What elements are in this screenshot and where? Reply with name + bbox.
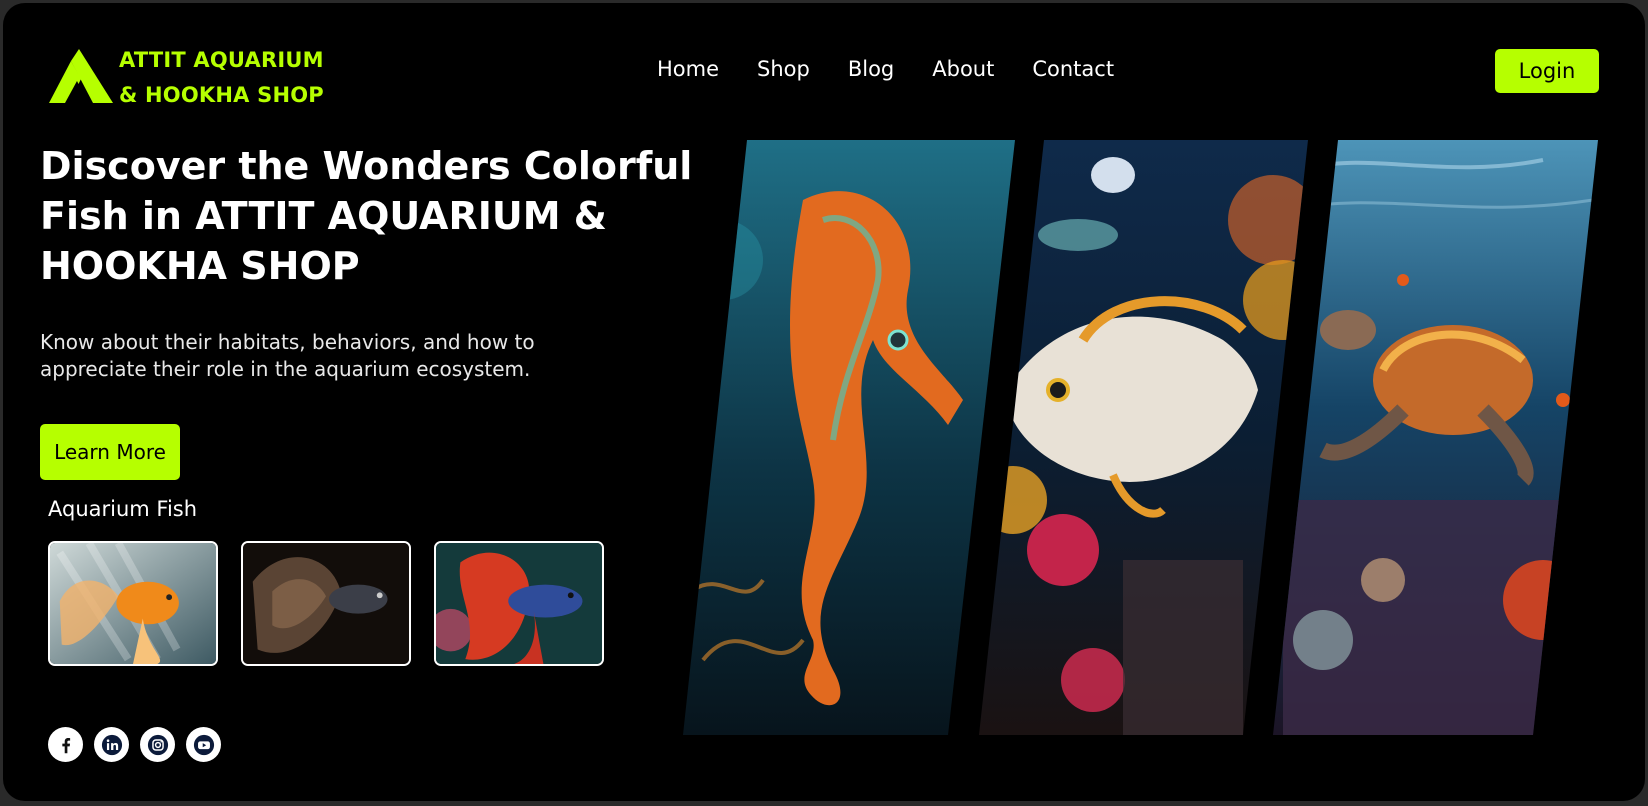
linkedin-icon (101, 734, 122, 755)
reef-fish-image (979, 140, 1308, 735)
red-betta-image (436, 543, 602, 664)
landing-page: ATTIT AQUARIUM & HOOKHA SHOP Home Shop B… (3, 3, 1645, 801)
goldfish-image (50, 543, 216, 664)
nav-home[interactable]: Home (657, 57, 719, 81)
nav-shop[interactable]: Shop (757, 57, 810, 81)
brand-line-2: & HOOKHA SHOP (119, 83, 324, 107)
hero-gallery-art (683, 140, 1598, 735)
facebook-link[interactable] (48, 727, 83, 762)
nav-about[interactable]: About (932, 57, 994, 81)
instagram-link[interactable] (140, 727, 175, 762)
instagram-icon (147, 734, 168, 755)
sea-turtle-image (1273, 140, 1598, 735)
login-button[interactable]: Login (1495, 49, 1599, 93)
seahorse-image (683, 140, 1015, 735)
dark-betta-image (243, 543, 409, 664)
youtube-link[interactable] (186, 727, 221, 762)
brand-line-1: ATTIT AQUARIUM (119, 48, 324, 72)
hero-gallery (683, 140, 1603, 735)
social-links (48, 727, 221, 762)
brand-name: ATTIT AQUARIUM & HOOKHA SHOP (119, 43, 324, 113)
goldfish-thumbnail[interactable] (48, 541, 218, 666)
red-betta-thumbnail[interactable] (434, 541, 604, 666)
linkedin-link[interactable] (94, 727, 129, 762)
nav-blog[interactable]: Blog (848, 57, 894, 81)
hero-subtitle: Know about their habitats, behaviors, an… (40, 330, 535, 381)
facebook-icon (61, 737, 70, 753)
learn-more-button[interactable]: Learn More (40, 424, 180, 480)
aquarium-fish-label: Aquarium Fish (48, 497, 198, 521)
youtube-icon (193, 734, 214, 755)
dark-betta-thumbnail[interactable] (241, 541, 411, 666)
nav-contact[interactable]: Contact (1032, 57, 1114, 81)
hero-title: Discover the Wonders Colorful Fish in AT… (40, 144, 693, 288)
logo-mark-icon (49, 49, 113, 103)
brand-logo[interactable]: ATTIT AQUARIUM & HOOKHA SHOP (49, 43, 324, 113)
main-nav: Home Shop Blog About Contact (657, 57, 1152, 81)
